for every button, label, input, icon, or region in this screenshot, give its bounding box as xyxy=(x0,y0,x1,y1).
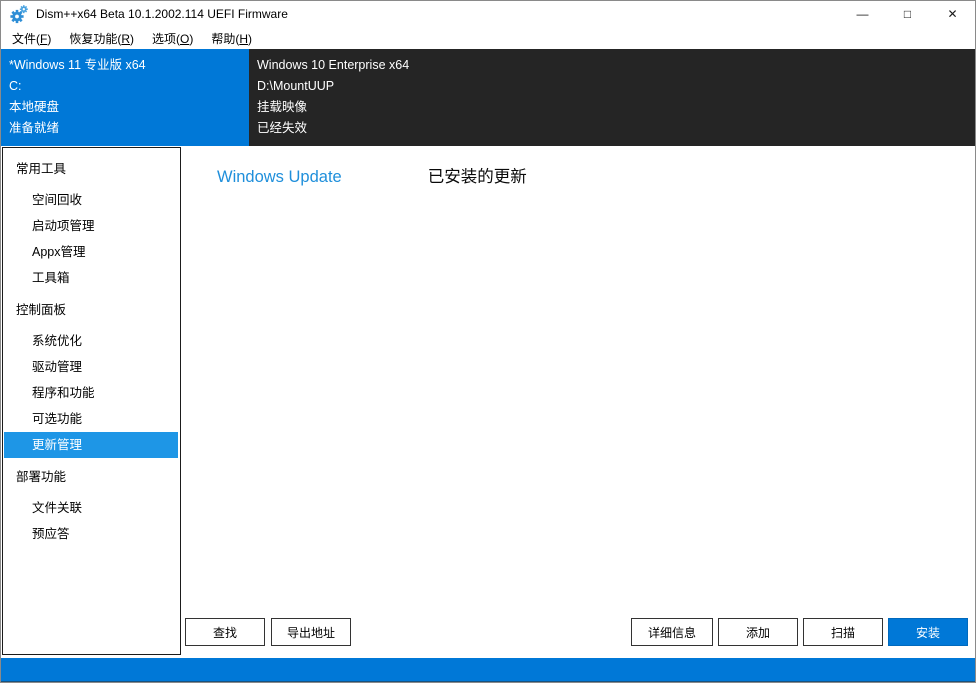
sidebar-section-common-tools: 常用工具 xyxy=(3,156,180,182)
sidebar-item-update-manager[interactable]: 更新管理 xyxy=(4,432,178,458)
close-button[interactable]: ✕ xyxy=(930,1,975,27)
sidebar-item-optional-features[interactable]: 可选功能 xyxy=(3,406,180,432)
menu-recovery-label-end: ) xyxy=(130,32,134,46)
sidebar-item-system-optimization[interactable]: 系统优化 xyxy=(3,328,180,354)
menu-help[interactable]: 帮助(H) xyxy=(202,27,261,50)
local-image-edition: *Windows 11 专业版 x64 xyxy=(9,55,249,76)
sidebar-item-startup-manager[interactable]: 启动项管理 xyxy=(3,213,180,239)
local-image-panel[interactable]: *Windows 11 专业版 x64 C: 本地硬盘 准备就绪 xyxy=(1,49,249,146)
menu-help-mnemonic: H xyxy=(239,32,248,46)
window-title: Dism++x64 Beta 10.1.2002.114 UEFI Firmwa… xyxy=(36,7,840,21)
maximize-button[interactable]: □ xyxy=(885,1,930,27)
menu-options[interactable]: 选项(O) xyxy=(143,27,202,50)
menu-file-label: 文件( xyxy=(12,32,40,46)
sidebar-section-deployment: 部署功能 xyxy=(3,464,180,490)
app-gears-icon xyxy=(9,4,29,24)
sidebar-item-disk-cleanup[interactable]: 空间回收 xyxy=(3,187,180,213)
sidebar-item-toolkit[interactable]: 工具箱 xyxy=(3,265,180,291)
sidebar-item-driver-manager[interactable]: 驱动管理 xyxy=(3,354,180,380)
local-image-status: 准备就绪 xyxy=(9,118,249,139)
title-bar: Dism++x64 Beta 10.1.2002.114 UEFI Firmwa… xyxy=(1,1,975,27)
right-button-group: 详细信息 添加 扫描 安装 xyxy=(631,618,968,646)
image-session-header: *Windows 11 专业版 x64 C: 本地硬盘 准备就绪 Windows… xyxy=(1,49,975,146)
sidebar: 常用工具 空间回收 启动项管理 Appx管理 工具箱 控制面板 系统优化 驱动管… xyxy=(2,147,181,655)
details-button[interactable]: 详细信息 xyxy=(631,618,713,646)
scan-button[interactable]: 扫描 xyxy=(803,618,883,646)
menu-options-label: 选项( xyxy=(152,32,180,46)
menu-recovery-mnemonic: R xyxy=(121,32,130,46)
left-button-group: 查找 导出地址 xyxy=(185,618,351,646)
mounted-image-type: 挂载映像 xyxy=(257,97,975,118)
menu-help-label: 帮助( xyxy=(211,32,239,46)
export-url-button[interactable]: 导出地址 xyxy=(271,618,351,646)
menu-options-mnemonic: O xyxy=(180,32,189,46)
update-tabs: Windows Update 已安装的更新 xyxy=(217,163,527,187)
menu-recovery-label: 恢复功能( xyxy=(69,32,121,46)
sidebar-section-control-panel: 控制面板 xyxy=(3,297,180,323)
status-bar xyxy=(1,658,975,682)
tab-installed-updates[interactable]: 已安装的更新 xyxy=(428,163,527,187)
menu-help-label-end: ) xyxy=(248,32,252,46)
install-button[interactable]: 安装 xyxy=(888,618,968,646)
window-controls: — □ ✕ xyxy=(840,1,975,27)
sidebar-item-file-association[interactable]: 文件关联 xyxy=(3,495,180,521)
tab-windows-update[interactable]: Windows Update xyxy=(217,168,342,187)
mounted-image-panel[interactable]: Windows 10 Enterprise x64 D:\MountUUP 挂载… xyxy=(249,49,975,146)
app-window: Dism++x64 Beta 10.1.2002.114 UEFI Firmwa… xyxy=(0,0,976,683)
find-button[interactable]: 查找 xyxy=(185,618,265,646)
minimize-button[interactable]: — xyxy=(840,1,885,27)
local-image-drive: C: xyxy=(9,76,249,97)
mounted-image-edition: Windows 10 Enterprise x64 xyxy=(257,55,975,76)
add-button[interactable]: 添加 xyxy=(718,618,798,646)
body-area: 常用工具 空间回收 启动项管理 Appx管理 工具箱 控制面板 系统优化 驱动管… xyxy=(1,146,975,658)
main-content: Windows Update 已安装的更新 查找 导出地址 详细信息 添加 扫描… xyxy=(181,146,975,658)
mounted-image-path: D:\MountUUP xyxy=(257,76,975,97)
menu-file[interactable]: 文件(F) xyxy=(3,27,60,50)
sidebar-item-unattend[interactable]: 预应答 xyxy=(3,521,180,547)
menu-recovery[interactable]: 恢复功能(R) xyxy=(60,27,143,50)
local-image-type: 本地硬盘 xyxy=(9,97,249,118)
mounted-image-status: 已经失效 xyxy=(257,118,975,139)
menu-bar: 文件(F) 恢复功能(R) 选项(O) 帮助(H) xyxy=(1,27,975,49)
sidebar-item-appx-manager[interactable]: Appx管理 xyxy=(3,239,180,265)
menu-file-label-end: ) xyxy=(47,32,51,46)
menu-options-label-end: ) xyxy=(189,32,193,46)
sidebar-item-programs-features[interactable]: 程序和功能 xyxy=(3,380,180,406)
